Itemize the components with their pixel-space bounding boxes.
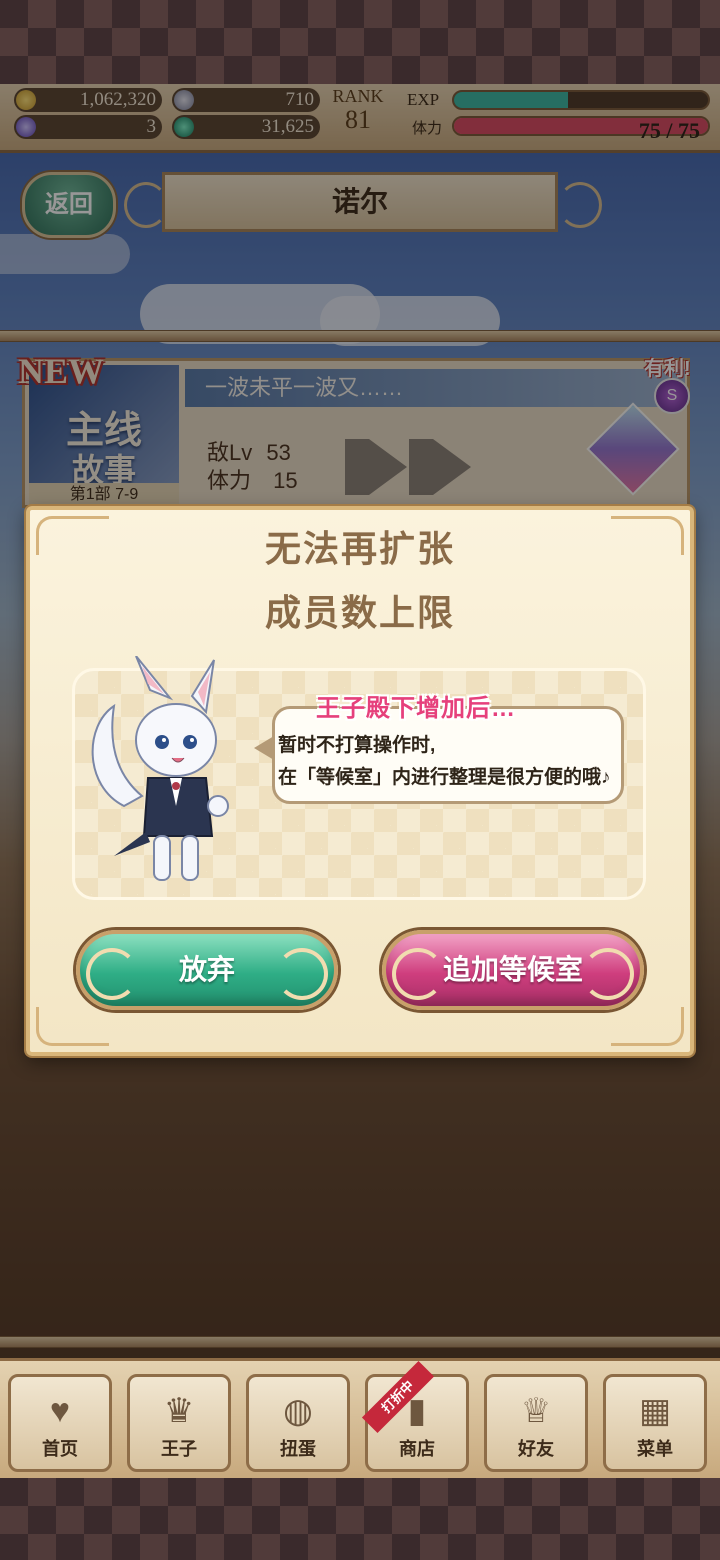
add-waiting-room-button[interactable]: 追加等候室 <box>382 930 644 1010</box>
nav-gacha-label: 扭蛋 <box>280 1439 316 1459</box>
capsule-icon: ◍ <box>283 1392 313 1430</box>
nav-prince[interactable]: ♛ 王子 <box>127 1374 231 1472</box>
decorative-bottom-pattern <box>0 1478 720 1560</box>
dialog-title-line1: 无法再扩张 <box>264 528 455 569</box>
nav-menu-label: 菜单 <box>637 1439 673 1459</box>
cancel-button-label: 放弃 <box>178 954 235 985</box>
swirl-ornament <box>86 948 138 1000</box>
nav-friends[interactable]: ♕ 好友 <box>484 1374 588 1472</box>
decorative-top-pattern <box>0 0 720 84</box>
nav-home-label: 首页 <box>42 1439 78 1459</box>
corner-ornament <box>36 1007 109 1046</box>
add-button-label: 追加等候室 <box>442 954 583 985</box>
heart-icon: ♥ <box>49 1392 71 1430</box>
dialog-title-line2: 成员数上限 <box>264 592 455 633</box>
crown-icon: ♛ <box>163 1392 195 1430</box>
swirl-ornament <box>276 948 328 1000</box>
nav-prince-label: 王子 <box>161 1439 197 1459</box>
speech-line1: 暂时不打算操作时, <box>278 735 436 756</box>
speech-heading: 王子殿下增加后… <box>316 695 516 722</box>
tiara-icon: ♕ <box>520 1392 552 1430</box>
nav-gacha[interactable]: ◍ 扭蛋 <box>246 1374 350 1472</box>
fox-mascot-icon <box>91 656 229 881</box>
grid-icon: ▦ <box>638 1392 672 1430</box>
swirl-ornament <box>392 948 444 1000</box>
cancel-button[interactable]: 放弃 <box>76 930 338 1010</box>
swirl-ornament <box>582 948 634 1000</box>
corner-ornament <box>611 1007 684 1046</box>
speech-bubble-tail <box>254 736 274 760</box>
nav-shop-label: 商店 <box>399 1439 435 1459</box>
nav-menu[interactable]: ▦ 菜单 <box>603 1374 707 1472</box>
speech-line2: 在「等候室」内进行整理是很方便的哦♪ <box>278 767 611 788</box>
nav-friends-label: 好友 <box>518 1439 554 1459</box>
nav-home[interactable]: ♥ 首页 <box>8 1374 112 1472</box>
